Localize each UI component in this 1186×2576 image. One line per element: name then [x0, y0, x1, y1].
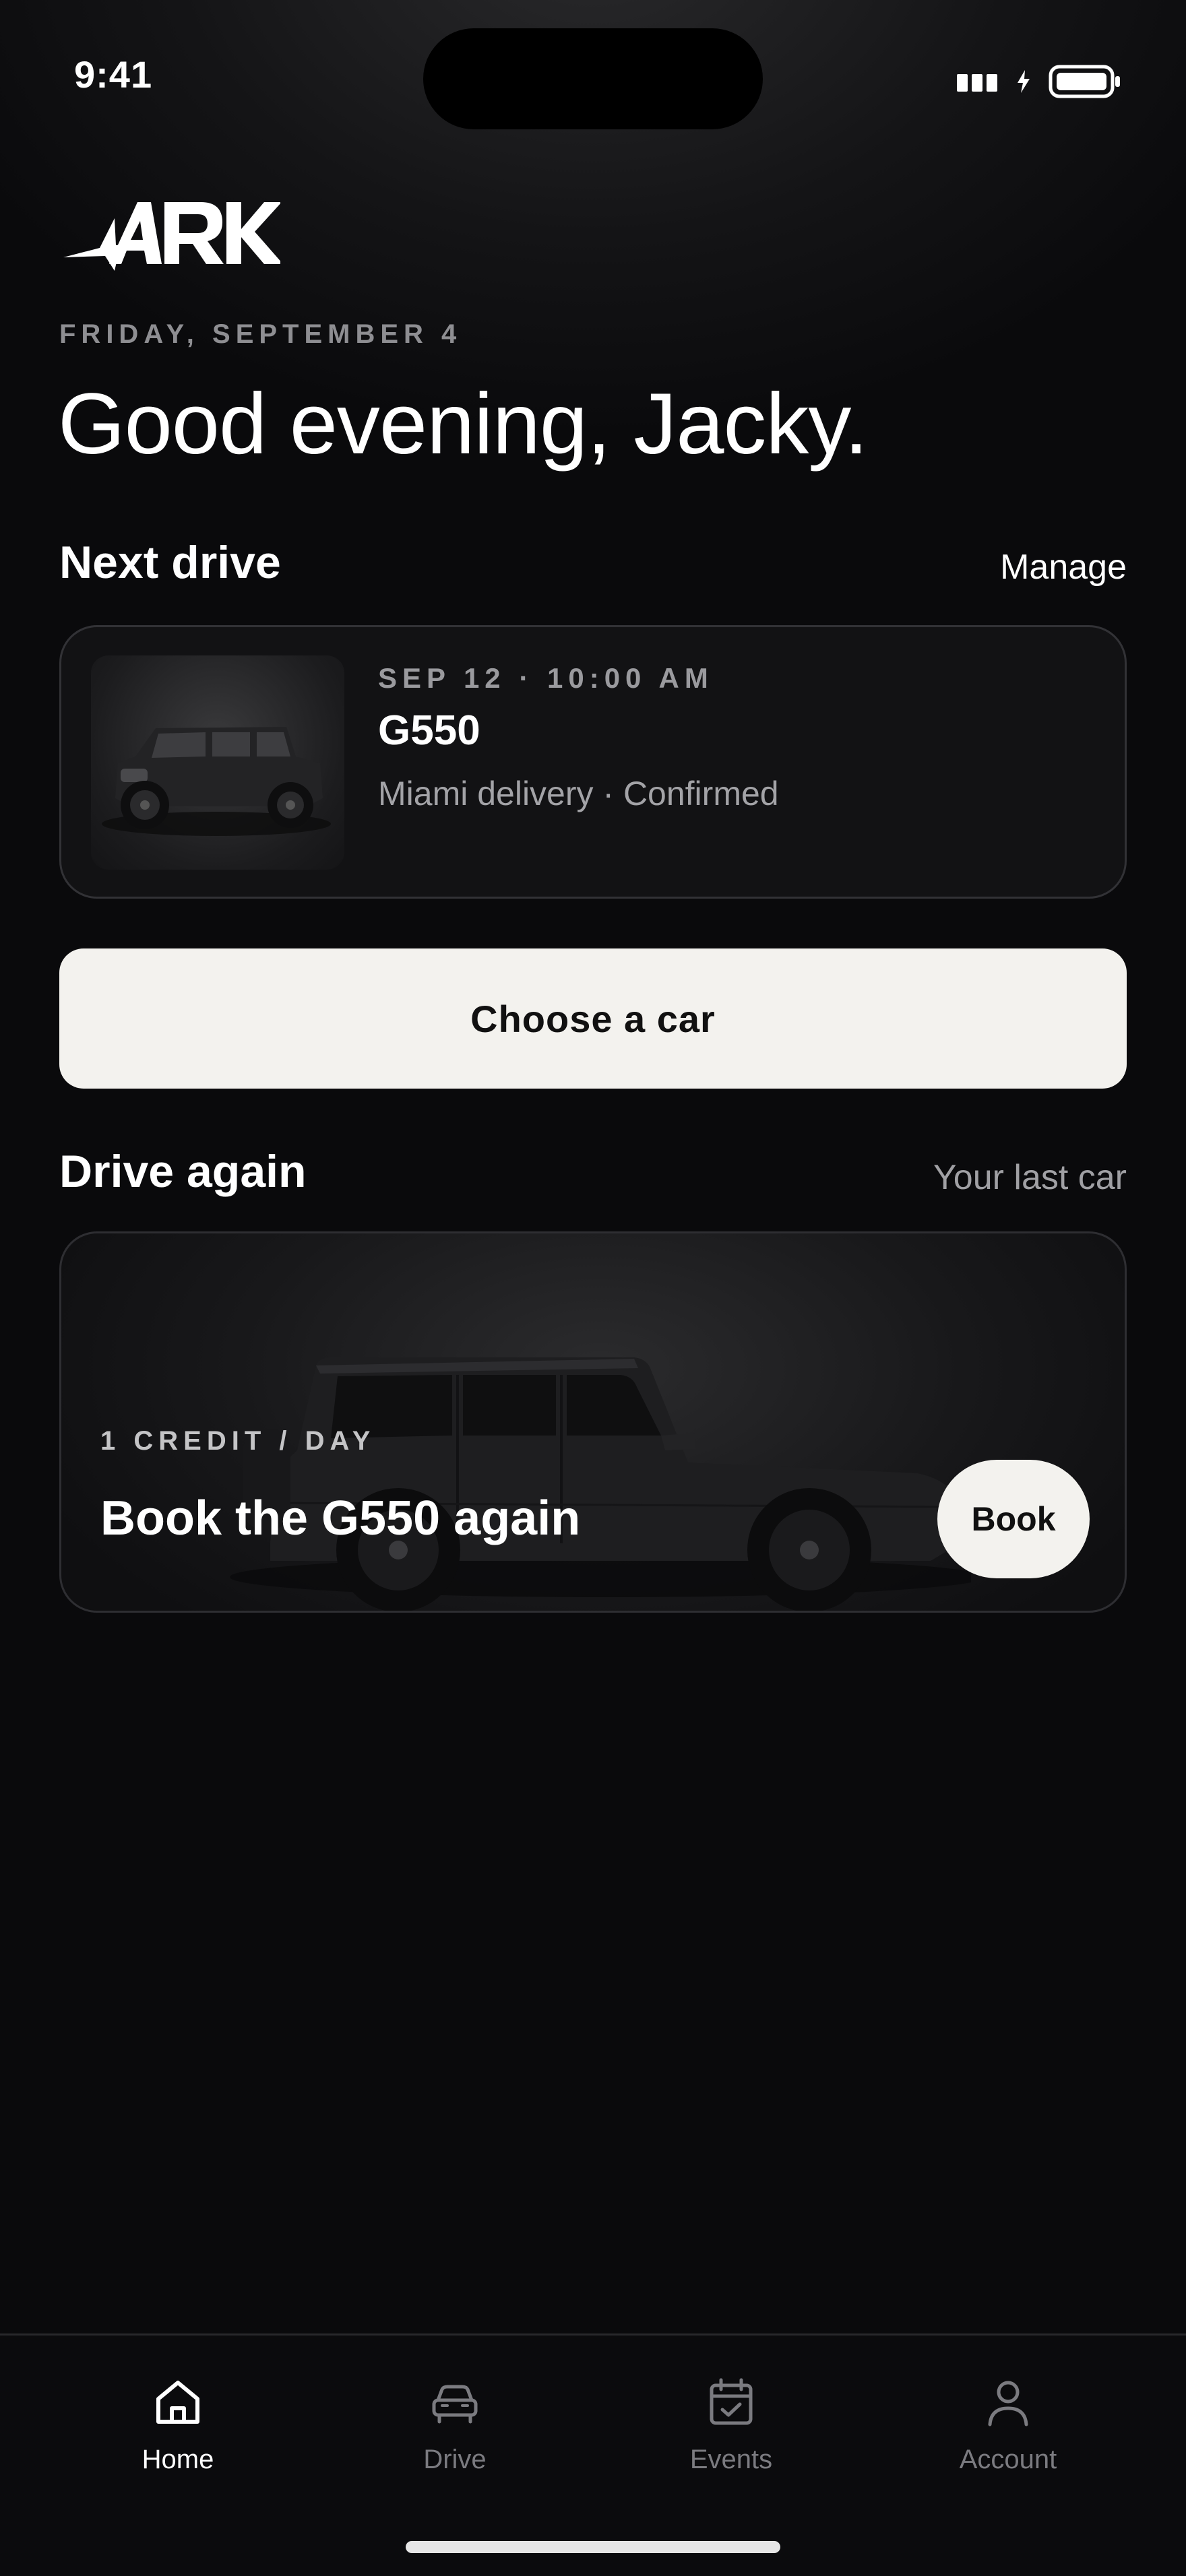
- tab-drive-label: Drive: [423, 2445, 487, 2474]
- next-drive-heading: Next drive: [59, 537, 281, 588]
- tab-account[interactable]: Account: [907, 2375, 1109, 2496]
- last-car-label: Your last car: [933, 1158, 1127, 1197]
- drive-datetime: SEP 12 · 10:00 AM: [378, 662, 714, 694]
- home-icon: [156, 2381, 199, 2424]
- charging-bolt-icon: [1018, 70, 1030, 93]
- credit-price: 1 CREDIT / DAY: [100, 1426, 376, 1456]
- car-icon: [432, 2385, 478, 2424]
- drive-again-heading: Drive again: [59, 1146, 307, 1197]
- status-time: 9:41: [74, 53, 153, 96]
- ark-logo-icon: [63, 202, 280, 271]
- status-icons: [957, 65, 1121, 98]
- choose-car-button[interactable]: Choose a car: [59, 948, 1127, 1089]
- car-thumbnail: [91, 655, 344, 870]
- tab-home-label: Home: [142, 2445, 214, 2474]
- calendar-check-icon: [710, 2378, 753, 2425]
- greeting-title: Good evening, Jacky.: [58, 376, 868, 472]
- home-screen: 9:41 FRIDAY, SEPTEMBER 4 Good evening, J…: [0, 0, 1186, 2576]
- tab-events-label: Events: [689, 2445, 773, 2474]
- g550-thumbnail-image: [102, 727, 331, 836]
- status-bar: 9:41: [0, 0, 1186, 155]
- person-icon: [988, 2381, 1028, 2426]
- next-drive-card[interactable]: SEP 12 · 10:00 AM G550 Miami delivery · …: [59, 625, 1127, 899]
- date-label: FRIDAY, SEPTEMBER 4: [59, 319, 462, 349]
- manage-link[interactable]: Manage: [1000, 547, 1127, 587]
- tab-drive[interactable]: Drive: [354, 2375, 556, 2496]
- tab-bar: Home Drive Events Account: [0, 2333, 1186, 2576]
- drive-again-card[interactable]: 1 CREDIT / DAY Book the G550 again Book: [59, 1231, 1127, 1613]
- battery-icon: [1049, 65, 1120, 98]
- tab-events[interactable]: Events: [630, 2375, 832, 2496]
- tab-account-label: Account: [959, 2445, 1057, 2474]
- tab-home[interactable]: Home: [77, 2375, 279, 2496]
- drive-model: G550: [378, 707, 480, 754]
- book-button[interactable]: Book: [937, 1460, 1090, 1578]
- home-indicator[interactable]: [406, 2541, 780, 2553]
- book-again-title: Book the G550 again: [100, 1491, 581, 1545]
- dynamic-island: [423, 28, 763, 129]
- signal-icon: [957, 74, 997, 92]
- drive-status: Miami delivery · Confirmed: [378, 775, 779, 812]
